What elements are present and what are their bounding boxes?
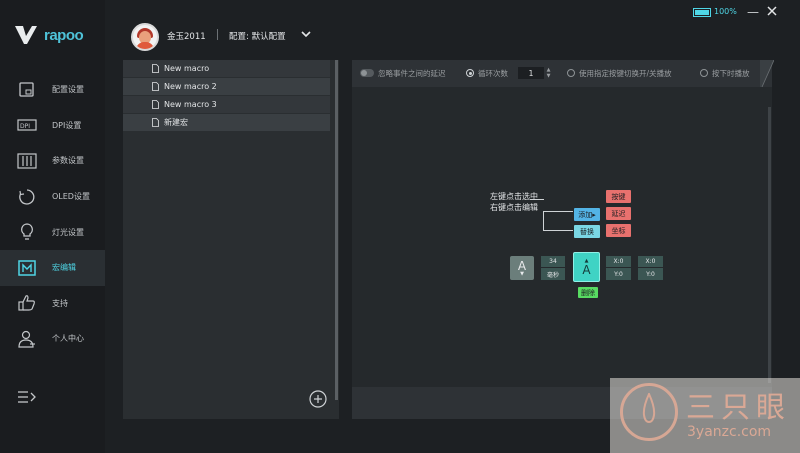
sidebar-item-label: 配置设置 — [52, 85, 84, 95]
delete-button[interactable]: 删除 — [578, 287, 598, 298]
oled-icon — [16, 187, 38, 207]
macro-node-key-up-selected[interactable]: ▲ A — [573, 252, 600, 282]
user-icon — [16, 329, 38, 349]
macro-list-panel: New macro New macro 2 New macro 3 新建宏 — [123, 60, 339, 419]
watermark-drop-icon — [642, 393, 656, 423]
profile-selector-label[interactable]: 配置: 默认配置 — [229, 30, 286, 42]
macro-name: New macro 3 — [164, 100, 217, 109]
sidebar: rapoo 配置设置 DPI DPI设置 参数设置 OLED设置 灯光设置 宏编… — [0, 0, 105, 453]
macro-list-item[interactable]: New macro 2 — [123, 78, 330, 95]
key-label: A — [517, 258, 527, 273]
hint-right-click: 右键点击编辑 — [490, 203, 538, 212]
ignore-delay-toggle[interactable] — [360, 69, 374, 77]
rapoo-logo: rapoo — [14, 22, 94, 48]
loop-count-label: 循环次数 — [478, 69, 508, 78]
loop-count-input[interactable]: 1 — [518, 67, 544, 79]
hold-play-radio[interactable] — [700, 69, 708, 77]
sidebar-item-label: 灯光设置 — [52, 227, 84, 237]
delay-value[interactable]: 34 — [541, 256, 565, 267]
loop-count-radio[interactable] — [466, 69, 474, 77]
watermark-url: 3yanzc.com — [687, 424, 772, 440]
sidebar-item-label: 参数设置 — [52, 156, 84, 166]
macro-editor-panel: 忽略事件之间的延迟 循环次数 1 ▲ ▼ 使用指定按键切换开/关播放 按下时播放 — [352, 60, 774, 419]
down-arrow-icon: ▼ — [520, 270, 524, 277]
macro-name: New macro — [164, 64, 210, 73]
battery-icon — [693, 8, 711, 17]
thumbs-up-icon — [16, 293, 38, 313]
top-bar: 金玉2011 配置: 默认配置 100% — — [105, 0, 800, 60]
delay-unit: 毫秒 — [541, 268, 565, 280]
macro-list-item[interactable]: 新建宏 — [123, 114, 330, 131]
params-icon — [16, 151, 38, 171]
battery-level: 100% — [714, 7, 737, 16]
toggle-repeat-label: 使用指定按键切换开/关播放 — [579, 69, 672, 78]
svg-text:DPI: DPI — [20, 123, 30, 130]
sidebar-item-light[interactable]: 灯光设置 — [0, 214, 105, 250]
document-icon — [152, 82, 159, 91]
replace-button[interactable]: 替换 — [574, 225, 600, 238]
hint-connector — [543, 230, 573, 231]
coord-y[interactable]: Y:0 — [606, 268, 631, 280]
header-divider — [217, 29, 218, 40]
sidebar-item-label: 个人中心 — [52, 334, 84, 344]
hint-connector — [543, 211, 573, 212]
app-window: rapoo 配置设置 DPI DPI设置 参数设置 OLED设置 灯光设置 宏编… — [0, 0, 800, 453]
sidebar-item-label: 支持 — [52, 298, 68, 308]
hold-play-label: 按下时播放 — [712, 69, 750, 78]
hint-left-click: 左键点击选中 — [490, 192, 538, 201]
sidebar-item-label: OLED设置 — [52, 192, 90, 202]
editor-scrollbar[interactable] — [768, 107, 771, 383]
sidebar-item-oled[interactable]: OLED设置 — [0, 179, 105, 215]
editor-toolbar: 忽略事件之间的延迟 循环次数 1 ▲ ▼ 使用指定按键切换开/关播放 按下时播放 — [352, 60, 772, 87]
insert-delay-button[interactable]: 延迟 — [606, 207, 631, 220]
macro-list-item[interactable]: New macro — [123, 60, 330, 77]
sidebar-nav: 配置设置 DPI DPI设置 参数设置 OLED设置 灯光设置 宏编辑 支持 个… — [0, 72, 105, 357]
macro-list-scrollbar[interactable] — [335, 60, 338, 400]
light-icon — [16, 222, 38, 242]
config-icon — [16, 80, 38, 100]
dpi-icon: DPI — [16, 115, 38, 135]
add-label: 添加 — [578, 210, 593, 219]
insert-coord-button[interactable]: 坐标 — [606, 224, 631, 237]
loop-count-stepper[interactable]: ▲ ▼ — [545, 67, 552, 79]
coord-x[interactable]: X:0 — [606, 256, 631, 267]
sidebar-item-config[interactable]: 配置设置 — [0, 72, 105, 108]
toggle-repeat-radio[interactable] — [567, 69, 575, 77]
macro-list-item[interactable]: New macro 3 — [123, 96, 330, 113]
sidebar-item-macro[interactable]: 宏编辑 — [0, 249, 105, 286]
insert-key-button[interactable]: 按键 — [606, 190, 631, 203]
collapse-menu-icon[interactable] — [17, 388, 37, 406]
document-icon — [152, 100, 159, 109]
avatar[interactable] — [131, 23, 159, 51]
key-label: A — [582, 262, 591, 277]
macro-icon — [16, 258, 38, 278]
macro-node-key-down[interactable]: A ▼ — [510, 256, 534, 280]
macro-name: 新建宏 — [164, 118, 188, 127]
document-icon — [152, 64, 159, 73]
minimize-button[interactable]: — — [747, 6, 759, 18]
ignore-delay-label: 忽略事件之间的延迟 — [378, 69, 446, 78]
close-icon[interactable] — [766, 5, 778, 17]
v-logo-icon — [15, 26, 37, 44]
hint-connector — [530, 199, 544, 200]
sidebar-item-support[interactable]: 支持 — [0, 286, 105, 322]
macro-name: New macro 2 — [164, 82, 217, 91]
coord-x[interactable]: X:0 — [638, 256, 663, 267]
sidebar-item-user-center[interactable]: 个人中心 — [0, 321, 105, 357]
user-name: 金玉2011 — [167, 32, 206, 42]
hint-connector — [543, 211, 544, 231]
sidebar-item-label: DPI设置 — [52, 120, 82, 130]
chevron-down-icon[interactable] — [300, 29, 312, 39]
brand-name: rapoo — [44, 26, 84, 44]
add-button[interactable]: 添加 ▸ — [574, 208, 600, 221]
sidebar-item-label: 宏编辑 — [52, 263, 76, 273]
add-macro-button[interactable] — [309, 390, 327, 408]
sidebar-item-params[interactable]: 参数设置 — [0, 143, 105, 179]
sidebar-item-dpi[interactable]: DPI DPI设置 — [0, 108, 105, 144]
document-icon — [152, 118, 159, 127]
watermark-text: 三只眼 — [686, 390, 792, 424]
toolbar-edge — [760, 60, 774, 87]
coord-y[interactable]: Y:0 — [638, 268, 663, 280]
